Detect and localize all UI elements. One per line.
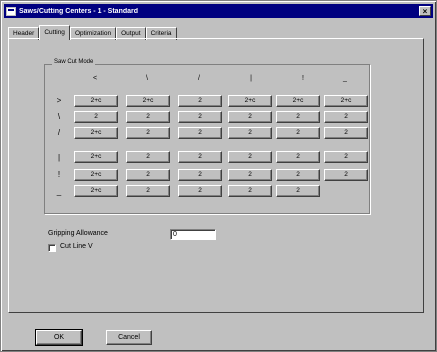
cut-mode-button[interactable]: 2	[324, 127, 368, 139]
cut-line-checkbox[interactable]	[48, 244, 56, 252]
cut-mode-button[interactable]: 2+c	[324, 95, 368, 107]
column-header: <	[92, 75, 98, 82]
ok-button[interactable]: OK	[35, 329, 83, 346]
column-header: !	[302, 75, 304, 82]
group-label: Saw Cut Mode	[52, 59, 96, 65]
gripping-allowance-label: Gripping Allowance	[48, 230, 108, 237]
cut-mode-button[interactable]: 2+c	[228, 95, 272, 107]
column-header: |	[250, 75, 252, 82]
cut-mode-button[interactable]: 2	[178, 185, 222, 197]
cut-mode-button[interactable]: 2	[178, 111, 222, 123]
cut-mode-button[interactable]: 2	[276, 169, 320, 181]
gripping-allowance-input[interactable]: 0	[170, 229, 216, 240]
cut-mode-button[interactable]: 2+c	[126, 95, 170, 107]
row-header: _	[56, 187, 62, 196]
cut-mode-button[interactable]: 2	[276, 111, 320, 123]
cut-mode-button[interactable]: 2	[276, 185, 320, 197]
cut-mode-button[interactable]: 2	[178, 95, 222, 107]
window-icon[interactable]	[6, 6, 16, 16]
tab-cutting[interactable]: Cutting	[39, 25, 70, 40]
cut-mode-button[interactable]: 2	[178, 127, 222, 139]
column-header: /	[198, 75, 200, 82]
cut-mode-button[interactable]: 2	[228, 185, 272, 197]
cut-mode-button[interactable]: 2+c	[74, 151, 118, 163]
close-button[interactable]: ×	[419, 6, 431, 16]
cut-mode-button[interactable]: 2	[178, 151, 222, 163]
cut-mode-button[interactable]: 2	[126, 111, 170, 123]
column-header: \	[146, 75, 148, 82]
cut-mode-button[interactable]: 2	[74, 111, 118, 123]
cut-mode-button[interactable]: 2+c	[74, 95, 118, 107]
cut-mode-button[interactable]: 2	[324, 169, 368, 181]
cut-mode-button[interactable]: 2	[276, 151, 320, 163]
cut-mode-button[interactable]: 2	[276, 127, 320, 139]
row-header: !	[57, 170, 61, 179]
cut-mode-button[interactable]: 2+c	[276, 95, 320, 107]
row-header: |	[57, 153, 61, 162]
cut-line-label: Cut Line V	[60, 243, 93, 250]
cut-mode-button[interactable]: 2	[126, 127, 170, 139]
cut-mode-button[interactable]: 2	[324, 151, 368, 163]
cut-mode-button[interactable]: 2+c	[74, 169, 118, 181]
cancel-button[interactable]: Cancel	[106, 330, 152, 345]
column-header: _	[343, 75, 347, 82]
cut-mode-button[interactable]: 2	[126, 169, 170, 181]
cut-mode-button[interactable]: 2	[324, 111, 368, 123]
cut-mode-button[interactable]: 2	[228, 111, 272, 123]
cut-mode-button[interactable]: 2	[126, 151, 170, 163]
row-header: \	[57, 112, 61, 121]
cut-mode-button[interactable]: 2	[228, 127, 272, 139]
cut-mode-button[interactable]: 2	[178, 169, 222, 181]
title-bar[interactable]: Saws/Cutting Centers - 1 - Standard ×	[4, 4, 433, 18]
window-title: Saws/Cutting Centers - 1 - Standard	[19, 7, 139, 15]
cut-mode-button[interactable]: 2	[126, 185, 170, 197]
row-header: >	[56, 96, 62, 105]
cut-mode-button[interactable]: 2+c	[74, 185, 118, 197]
cut-mode-button[interactable]: 2	[228, 151, 272, 163]
row-header: /	[57, 128, 61, 137]
cut-mode-button[interactable]: 2+c	[74, 127, 118, 139]
tab-strip: Header Cutting Optimization Output Crite…	[8, 25, 177, 40]
cut-mode-button[interactable]: 2	[228, 169, 272, 181]
